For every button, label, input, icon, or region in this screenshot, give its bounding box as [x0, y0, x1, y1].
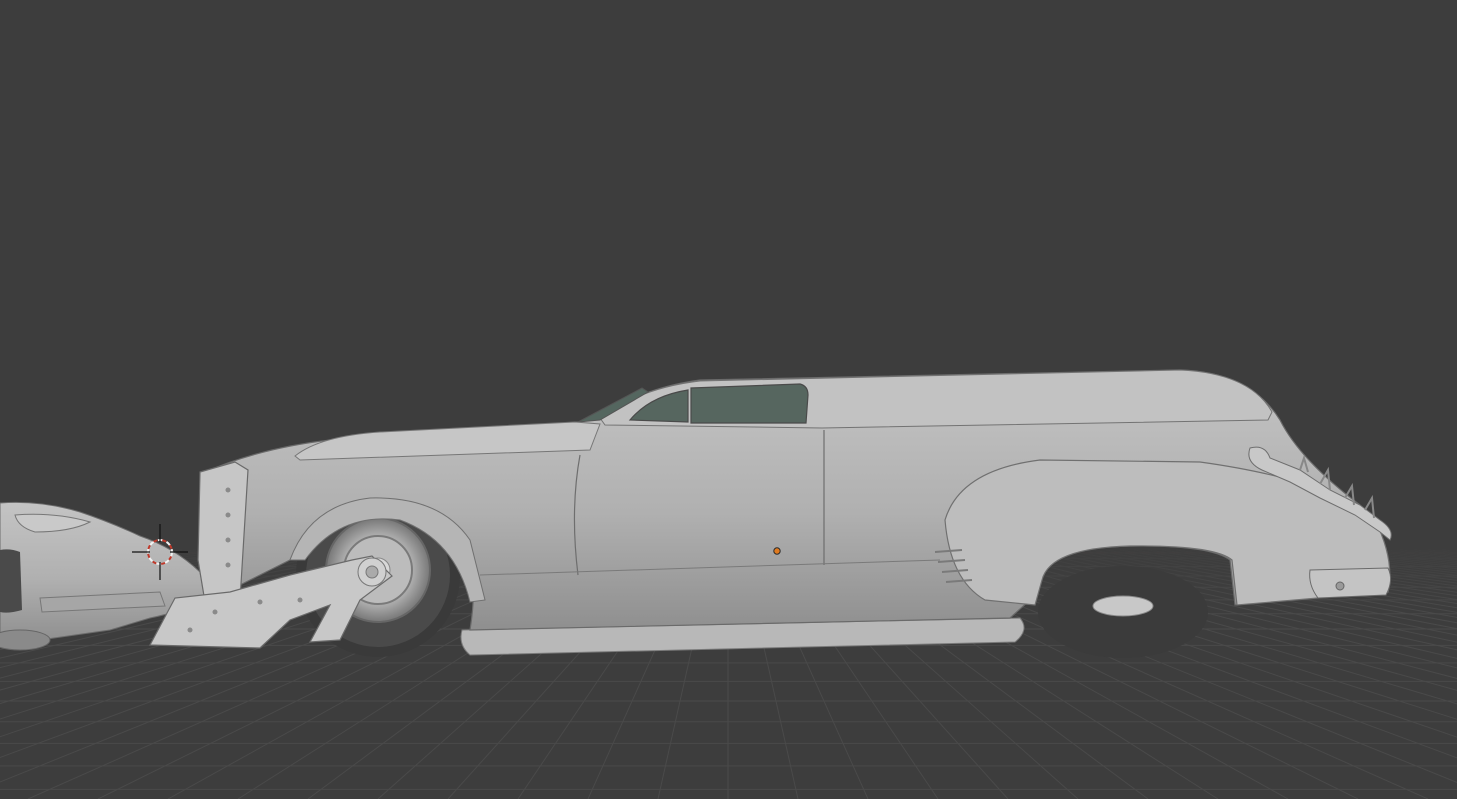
hearse-car-model[interactable] — [149, 369, 1392, 658]
viewport-canvas[interactable] — [0, 0, 1457, 799]
object-origin-dot-icon — [773, 547, 781, 555]
3d-viewport[interactable] — [0, 0, 1457, 799]
rear-wheel — [1038, 566, 1208, 658]
